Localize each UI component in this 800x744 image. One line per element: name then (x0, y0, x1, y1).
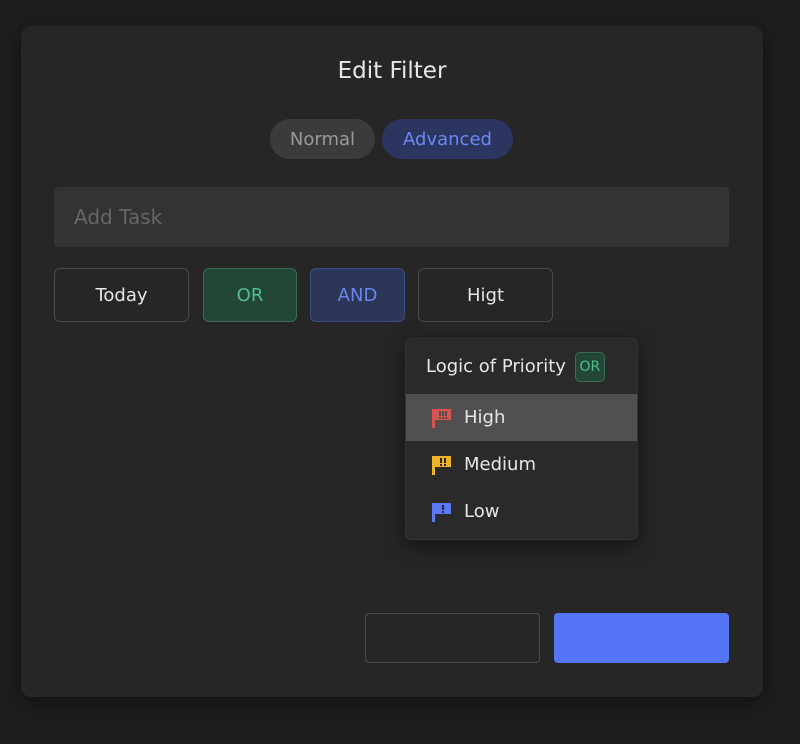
priority-option-label: High (464, 407, 506, 428)
flag-low-icon (431, 501, 453, 523)
advanced-mode-button[interactable]: Advanced (382, 119, 513, 159)
filter-chip-or[interactable]: OR (203, 268, 297, 322)
filter-chip-priority[interactable]: Higt (418, 268, 553, 322)
flag-high-icon (431, 407, 453, 429)
flag-medium-icon (431, 454, 453, 476)
edit-filter-dialog: Edit Filter Normal Advanced Today OR AND… (21, 26, 763, 697)
priority-dropdown: Logic of Priority OR High Medium Low (405, 338, 638, 540)
priority-option-label: Medium (464, 454, 536, 475)
priority-logic-header: Logic of Priority OR (406, 339, 637, 394)
priority-option-label: Low (464, 501, 500, 522)
dialog-title: Edit Filter (337, 58, 447, 84)
filter-chip-today[interactable]: Today (54, 268, 189, 322)
mode-toggle: Normal Advanced (270, 119, 513, 159)
priority-logic-toggle[interactable]: OR (574, 351, 605, 382)
confirm-button[interactable] (554, 613, 729, 663)
priority-option-low[interactable]: Low (406, 488, 637, 535)
normal-mode-button[interactable]: Normal (270, 119, 375, 159)
priority-option-high[interactable]: High (406, 394, 637, 441)
filter-chip-and[interactable]: AND (310, 268, 405, 322)
add-task-input[interactable] (54, 187, 729, 247)
priority-logic-label: Logic of Priority (426, 356, 566, 377)
cancel-button[interactable] (365, 613, 540, 663)
priority-option-medium[interactable]: Medium (406, 441, 637, 488)
